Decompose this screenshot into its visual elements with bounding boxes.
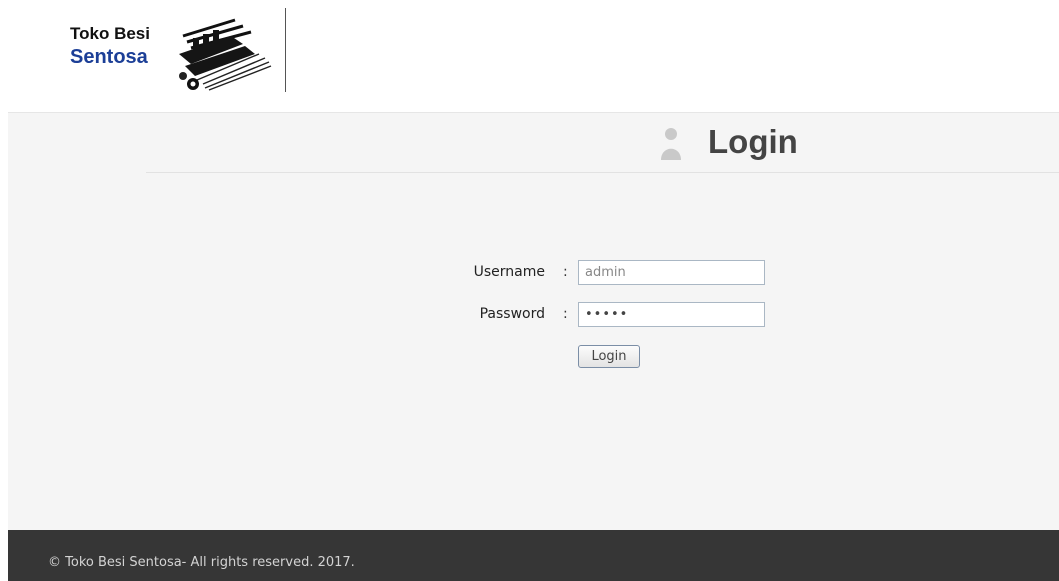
iron-materials-logo-icon (179, 18, 272, 91)
username-row: Username : (8, 260, 1059, 286)
page-title-row: Login (146, 113, 1059, 173)
copyright-text: © Toko Besi Sentosa- All rights reserved… (48, 555, 355, 570)
site-header: Toko Besi Sentosa (0, 0, 1059, 112)
password-label: Password (479, 306, 545, 322)
login-button[interactable]: Login (578, 345, 640, 368)
password-row: Password : (8, 302, 1059, 328)
logo-line-2: Sentosa (70, 46, 148, 68)
site-footer: © Toko Besi Sentosa- All rights reserved… (8, 530, 1059, 581)
password-input[interactable] (578, 302, 765, 327)
login-panel: Login Username : Password : Login (8, 112, 1059, 530)
page-title: Login (708, 123, 798, 160)
password-colon: : (563, 306, 568, 322)
username-input[interactable] (578, 260, 765, 285)
user-icon (661, 128, 681, 160)
logo[interactable]: Toko Besi Sentosa (48, 8, 288, 92)
username-label: Username (473, 264, 545, 280)
username-colon: : (563, 264, 568, 280)
logo-text: Toko Besi Sentosa (70, 23, 150, 68)
logo-divider (285, 8, 286, 92)
logo-line-1: Toko Besi (70, 24, 150, 43)
